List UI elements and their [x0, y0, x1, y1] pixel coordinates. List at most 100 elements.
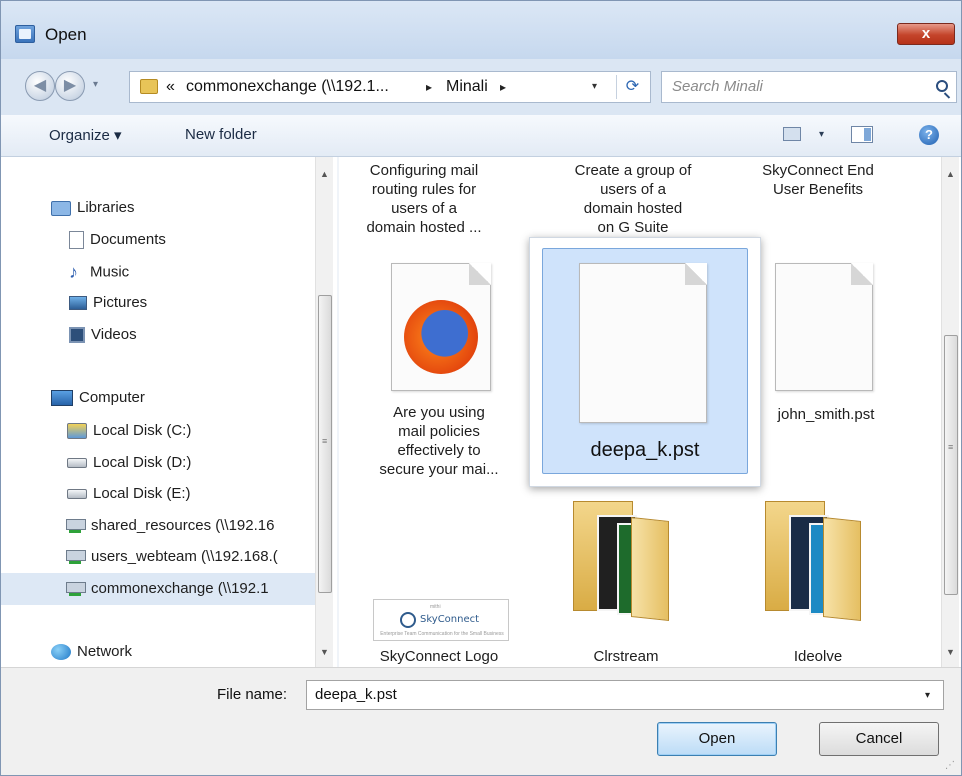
- address-bar[interactable]: « commonexchange (\\192.1... ▸ Minali ▸ …: [129, 71, 651, 103]
- refresh-icon: ⟳: [625, 78, 640, 95]
- close-button[interactable]: x: [897, 23, 955, 45]
- nav-item-libraries[interactable]: Libraries: [51, 199, 135, 216]
- forward-button[interactable]: ▶: [55, 71, 85, 101]
- search-input[interactable]: Search Minali: [661, 71, 957, 103]
- dialog-footer: File name: deepa_k.pst ▾ Open Cancel ⋰: [1, 667, 961, 775]
- file-name-label: File name:: [217, 686, 288, 703]
- help-icon[interactable]: ?: [919, 125, 939, 145]
- file-item-mail-policies[interactable]: Are you using mail policies effectively …: [349, 403, 529, 479]
- scroll-up-arrow-icon[interactable]: ▲: [946, 169, 955, 179]
- navigation-pane: Libraries Documents ♪ Music Pictures Vide…: [1, 157, 337, 667]
- file-list-scrollbar[interactable]: ▲ ≡ ▼: [941, 157, 959, 667]
- logo-tagline: Enterprise Team Communication for the Sm…: [380, 631, 504, 637]
- file-item-skyconnect-logo[interactable]: SkyConnect Logo: [359, 647, 519, 666]
- new-folder-button[interactable]: New folder: [185, 126, 257, 143]
- preview-pane-icon[interactable]: [851, 126, 873, 143]
- file-item-skyconnect-benefits[interactable]: SkyConnect End User Benefits: [743, 161, 893, 199]
- file-name-line: SkyConnect End: [762, 162, 874, 179]
- open-button[interactable]: Open: [657, 722, 777, 756]
- folder-icon[interactable]: [765, 501, 865, 621]
- nav-item-local-disk-d[interactable]: Local Disk (D:): [67, 454, 191, 471]
- file-name-line: domain hosted: [583, 200, 683, 217]
- file-item-deepa-k[interactable]: deepa_k.pst: [542, 248, 748, 474]
- cancel-button[interactable]: Cancel: [819, 722, 939, 756]
- network-drive-icon: [65, 581, 86, 597]
- search-icon[interactable]: [936, 80, 948, 92]
- scroll-up-arrow-icon[interactable]: ▲: [320, 169, 329, 179]
- page-fold: [469, 263, 491, 285]
- nav-item-label: Local Disk (C:): [93, 422, 192, 439]
- navigation-scrollbar[interactable]: ▲ ≡ ▼: [315, 157, 333, 667]
- open-dialog: Open x ◀ ▶ ▾ « commonexchange (\\192.1..…: [0, 0, 962, 776]
- search-placeholder: Search Minali: [672, 78, 763, 95]
- nav-item-computer[interactable]: Computer: [51, 389, 145, 407]
- file-name-line: mail policies: [398, 423, 480, 440]
- documents-icon: [69, 231, 84, 250]
- nav-item-users-webteam[interactable]: users_webteam (\\192.168.(: [65, 548, 315, 565]
- breadcrumb-commonexchange[interactable]: commonexchange (\\192.1...: [186, 78, 389, 96]
- title-bar[interactable]: Open x: [1, 1, 961, 59]
- command-toolbar: Organize ▾ New folder ▾ ?: [1, 115, 961, 157]
- scroll-thumb[interactable]: ≡: [318, 295, 332, 593]
- file-name-line: Are you using: [393, 404, 485, 421]
- computer-icon: [51, 390, 73, 407]
- nav-item-label: Videos: [91, 326, 137, 343]
- file-item-configuring-mail[interactable]: Configuring mail routing rules for users…: [349, 161, 499, 237]
- nav-item-label: Network: [77, 643, 133, 660]
- nav-item-network[interactable]: Network: [51, 643, 133, 661]
- nav-item-local-disk-e[interactable]: Local Disk (E:): [67, 485, 191, 502]
- document-icon[interactable]: [775, 263, 873, 391]
- back-button[interactable]: ◀: [25, 71, 55, 101]
- network-drive-icon: [65, 518, 86, 534]
- file-name-line: routing rules for: [371, 181, 477, 198]
- selected-file-preview[interactable]: deepa_k.pst: [529, 237, 761, 487]
- refresh-button[interactable]: ⟳: [616, 75, 648, 99]
- file-list-pane: Configuring mail routing rules for users…: [339, 157, 961, 667]
- change-view-icon[interactable]: [783, 127, 801, 141]
- resize-grip-icon[interactable]: ⋰: [945, 760, 955, 771]
- file-name-line: secure your mai...: [379, 461, 499, 478]
- forward-arrow-icon: ▶: [63, 77, 77, 94]
- address-dropdown-icon[interactable]: ▾: [592, 81, 597, 92]
- nav-item-local-disk-c[interactable]: Local Disk (C:): [67, 422, 192, 440]
- breadcrumb-separator-icon[interactable]: ▸: [500, 80, 506, 94]
- network-icon: [51, 644, 71, 661]
- file-item-clrstream[interactable]: Clrstream: [561, 647, 691, 666]
- nav-item-music[interactable]: ♪ Music: [69, 262, 129, 283]
- libraries-icon: [51, 200, 71, 216]
- file-item-john-smith[interactable]: john_smith.pst: [751, 405, 901, 424]
- file-name-line: on G Suite: [597, 219, 669, 236]
- file-name-line: Create a group of: [574, 162, 692, 179]
- page-fold: [685, 263, 707, 285]
- folder-icon: [140, 79, 158, 94]
- folder-icon[interactable]: [573, 501, 673, 621]
- dialog-app-icon: [15, 25, 35, 43]
- file-name-field[interactable]: deepa_k.pst ▾: [306, 680, 944, 710]
- nav-item-label: commonexchange (\\192.1: [91, 580, 269, 597]
- nav-item-pictures[interactable]: Pictures: [69, 294, 147, 311]
- organize-menu[interactable]: Organize ▾: [49, 126, 122, 144]
- scroll-grip-icon: ≡: [322, 436, 328, 446]
- breadcrumb-overflow[interactable]: «: [166, 78, 175, 96]
- nav-item-label: Pictures: [93, 294, 148, 311]
- scroll-down-arrow-icon[interactable]: ▼: [946, 647, 955, 657]
- nav-item-shared-resources[interactable]: shared_resources (\\192.16: [65, 517, 315, 534]
- file-item-create-group[interactable]: Create a group of users of a domain host…: [551, 161, 715, 237]
- nav-item-videos[interactable]: Videos: [69, 326, 137, 344]
- nav-item-label: Libraries: [77, 199, 135, 216]
- breadcrumb-minali[interactable]: Minali: [446, 78, 488, 96]
- scroll-thumb[interactable]: ≡: [944, 335, 958, 595]
- nav-item-commonexchange[interactable]: commonexchange (\\192.1: [1, 573, 315, 605]
- recent-locations-dropdown[interactable]: ▾: [93, 79, 98, 90]
- file-item-ideolve[interactable]: Ideolve: [753, 647, 883, 666]
- nav-item-label: Computer: [79, 389, 145, 406]
- firefox-document-icon[interactable]: [391, 263, 491, 391]
- nav-item-documents[interactable]: Documents: [69, 231, 166, 250]
- file-name-line: effectively to: [397, 442, 481, 459]
- scroll-down-arrow-icon[interactable]: ▼: [320, 647, 329, 657]
- breadcrumb-separator-icon[interactable]: ▸: [426, 80, 432, 94]
- views-dropdown-icon[interactable]: ▾: [819, 129, 824, 140]
- folder-front: [631, 517, 669, 621]
- chevron-down-icon[interactable]: ▾: [925, 690, 930, 701]
- skyconnect-logo-thumbnail[interactable]: mithi SkyConnect Enterprise Team Communi…: [373, 599, 509, 641]
